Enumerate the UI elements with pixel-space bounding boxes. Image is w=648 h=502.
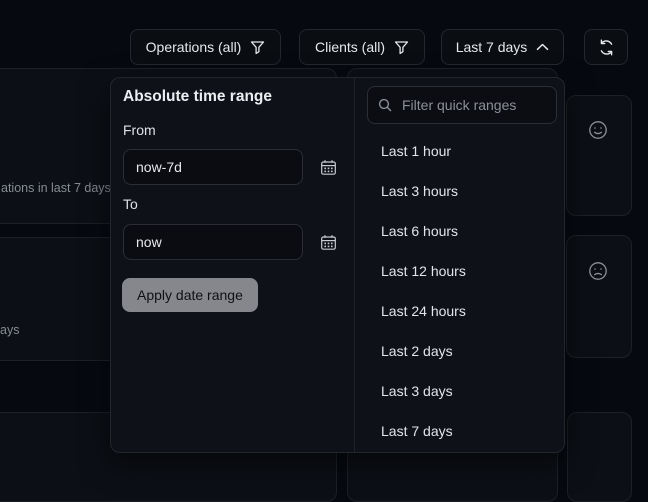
to-input[interactable] <box>123 224 303 260</box>
quick-range-list: Last 1 hourLast 3 hoursLast 6 hoursLast … <box>355 131 564 449</box>
search-icon <box>378 98 392 112</box>
time-range-picker-panel: Absolute time range From To Apply <box>110 77 565 453</box>
from-label: From <box>123 122 156 138</box>
quick-range-option[interactable]: Last 6 hours <box>355 211 564 251</box>
quick-range-option[interactable]: Last 3 hours <box>355 171 564 211</box>
time-range-dropdown-button[interactable]: Last 7 days <box>441 29 564 65</box>
operations-filter-label: Operations (all) <box>146 39 242 55</box>
quick-range-option[interactable]: Last 3 days <box>355 371 564 411</box>
quick-range-filter-input[interactable] <box>400 96 546 114</box>
operations-filter-button[interactable]: Operations (all) <box>130 29 281 65</box>
absolute-range-title: Absolute time range <box>123 88 272 106</box>
filter-funnel-icon <box>394 40 409 55</box>
filter-funnel-icon <box>250 40 265 55</box>
from-input[interactable] <box>123 149 303 185</box>
quick-range-option[interactable]: Last 12 hours <box>355 251 564 291</box>
to-label: To <box>123 196 138 212</box>
clients-filter-button[interactable]: Clients (all) <box>299 29 425 65</box>
stat-card-caption: ays <box>0 323 19 337</box>
stat-card-top-right <box>566 95 632 216</box>
table-card-bottom-right <box>567 412 632 502</box>
refresh-icon <box>598 39 615 56</box>
stat-card-mid-right <box>566 235 632 358</box>
quick-range-option[interactable]: Last 24 hours <box>355 291 564 331</box>
refresh-button[interactable] <box>584 29 628 65</box>
quick-range-search <box>367 86 557 124</box>
time-range-label: Last 7 days <box>456 39 528 55</box>
smiley-sad-icon <box>588 261 608 281</box>
from-calendar-icon[interactable] <box>318 157 338 177</box>
smiley-happy-icon <box>588 120 608 140</box>
to-calendar-icon[interactable] <box>318 232 338 252</box>
quick-range-option[interactable]: Last 2 days <box>355 331 564 371</box>
clients-filter-label: Clients (all) <box>315 39 385 55</box>
stat-card-caption: ations in last 7 days <box>1 181 111 195</box>
dashboard-screen: { "topbar": { "operations_label": "Opera… <box>0 0 648 479</box>
quick-range-option[interactable]: Last 1 hour <box>355 131 564 171</box>
apply-date-range-button[interactable]: Apply date range <box>122 278 258 312</box>
chevron-up-icon <box>536 43 549 51</box>
quick-range-option[interactable]: Last 7 days <box>355 411 564 449</box>
